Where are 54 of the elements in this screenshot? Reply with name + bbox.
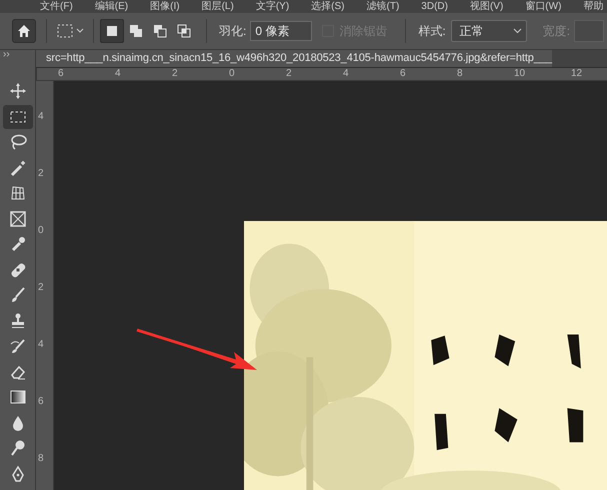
ruler-label: 2 <box>286 68 293 80</box>
ruler-label: 4 <box>38 338 44 350</box>
ruler-label: 0 <box>38 224 44 236</box>
style-dropdown[interactable]: 正常 <box>450 20 527 42</box>
menu-item[interactable]: 图层(L) <box>202 0 234 12</box>
ruler-label: 2 <box>172 68 179 80</box>
overlapping-squares-icon <box>128 23 144 39</box>
ruler-label: 2 <box>38 282 44 292</box>
menu-item[interactable]: 编辑(E) <box>94 0 128 12</box>
menu-item[interactable]: 文件(F) <box>40 0 73 12</box>
gradient-icon <box>8 388 26 406</box>
collapse-toggle[interactable]: ›› <box>3 50 35 60</box>
ruler-label: 8 <box>457 68 464 80</box>
selection-mode-button[interactable] <box>100 19 124 43</box>
overlapping-squares-icon <box>152 23 168 39</box>
ruler-label: 4 <box>115 68 122 80</box>
menu-item[interactable]: 图像(I) <box>150 0 180 12</box>
history-brush-icon <box>8 337 26 355</box>
lasso-icon <box>8 133 26 151</box>
ruler-label: 10 <box>514 68 526 80</box>
ruler-label: 8 <box>38 452 44 464</box>
feather-label: 羽化: <box>219 23 246 40</box>
marquee-icon <box>57 24 73 38</box>
menu-item[interactable]: 选择(S) <box>311 0 344 12</box>
ruler-label: 4 <box>38 110 44 122</box>
frame-icon <box>8 210 26 228</box>
menu-item[interactable]: 滤镜(T) <box>366 0 400 12</box>
ruler-label: 6 <box>38 396 44 406</box>
overlapping-squares-icon <box>176 23 192 39</box>
home-icon <box>17 24 31 38</box>
ruler-label: 6 <box>400 68 407 80</box>
menu-item[interactable]: 视图(V) <box>470 0 504 12</box>
style-label: 样式: <box>418 23 446 40</box>
feather-input[interactable]: 0 像素 <box>250 21 312 41</box>
menu-item[interactable]: 帮助 <box>583 0 604 12</box>
wand-icon <box>8 158 26 176</box>
document-tab[interactable]: src=http___n.sinaimg.cn_sinacn15_16_w496h320_20180523_4105-hawmauc5454776.jpg&refer=http___ <box>36 50 552 66</box>
ruler-label: 4 <box>343 68 350 80</box>
tool-button[interactable] <box>2 104 32 128</box>
ruler-label: 12 <box>571 68 584 80</box>
dodge-icon <box>8 439 26 457</box>
crop-icon <box>8 184 26 202</box>
home-button[interactable] <box>12 19 36 43</box>
square-icon <box>104 23 120 39</box>
marquee-preset-button[interactable] <box>57 24 85 38</box>
menu-item[interactable]: 3D(D) <box>421 0 448 12</box>
ruler-label: 0 <box>229 68 236 80</box>
caret-icon <box>75 27 85 35</box>
caret-icon <box>512 28 522 34</box>
ruler-label: 2 <box>38 168 44 178</box>
menu-item[interactable]: 窗口(W) <box>525 0 562 12</box>
menu-item[interactable]: 文字(Y) <box>256 0 290 12</box>
ruler-label: 6 <box>58 68 65 80</box>
move-icon <box>8 82 26 100</box>
